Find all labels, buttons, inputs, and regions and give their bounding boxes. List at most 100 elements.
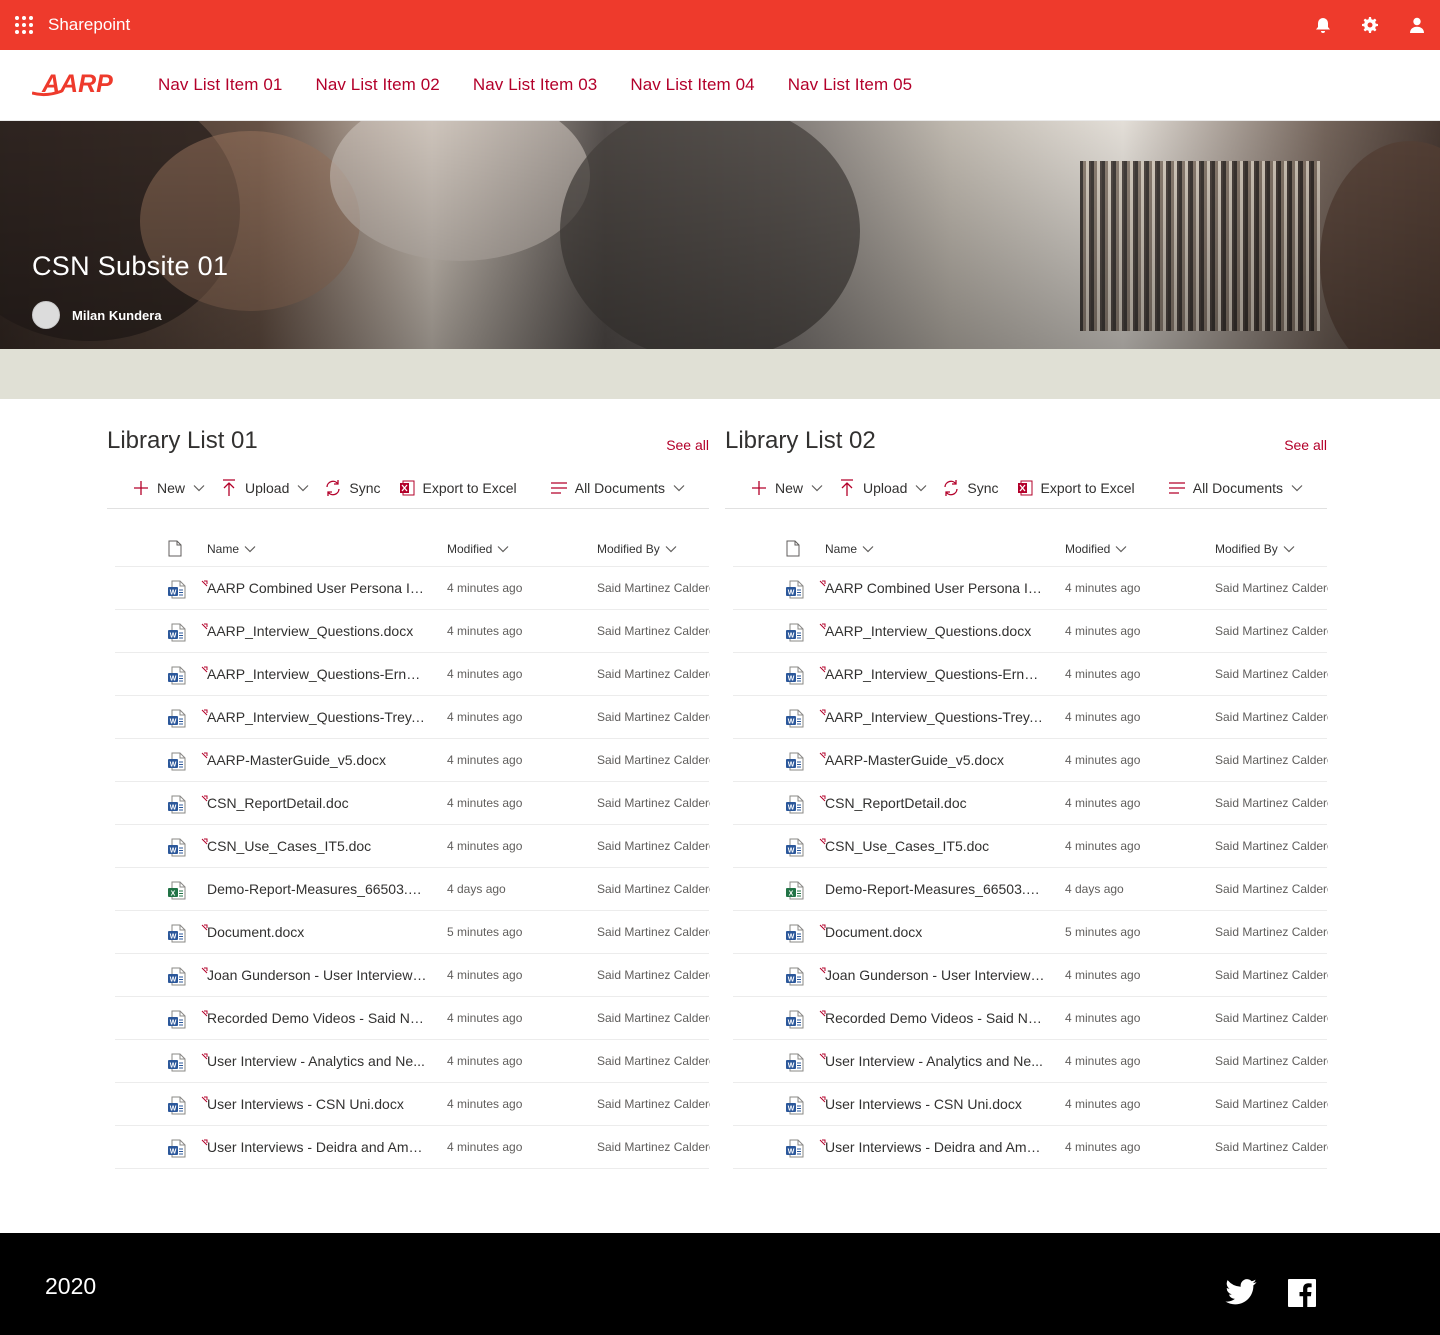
table-row[interactable]: W AARP_Interview_Questions.docx 4 minutes … <box>115 610 710 653</box>
nav-item-01[interactable]: Nav List Item 01 <box>158 75 282 95</box>
export-excel-button[interactable]: Export to Excel <box>397 472 517 504</box>
column-modified[interactable]: Modified <box>447 542 509 556</box>
file-name[interactable]: AARP_Interview_Questions-Ernest... <box>825 666 1045 682</box>
column-modified-by[interactable]: Modified By <box>1215 542 1295 556</box>
file-name[interactable]: AARP Combined User Persona Int... <box>207 580 427 596</box>
file-name[interactable]: AARP_Interview_Questions.docx <box>825 623 1045 639</box>
table-row[interactable]: W Recorded Demo Videos - Said No... 4 minu… <box>115 997 710 1040</box>
table-row[interactable]: W Joan Gunderson - User Interviews... 4 mi… <box>733 954 1328 997</box>
file-name[interactable]: User Interviews - CSN Uni.docx <box>825 1096 1045 1112</box>
table-row[interactable]: W Document.docx 5 minutes ago Said Martinez… <box>733 911 1328 954</box>
footer-year: 2020 <box>45 1273 97 1299</box>
see-all-link[interactable]: See all <box>1284 437 1327 453</box>
table-row[interactable]: X Demo-Report-Measures_66503.xlsx 4 days a… <box>115 868 710 911</box>
file-type-icon[interactable] <box>786 540 800 562</box>
table-row[interactable]: W User Interviews - CSN Uni.docx 4 minutes… <box>115 1083 710 1126</box>
svg-text:W: W <box>788 934 795 941</box>
file-name[interactable]: AARP_Interview_Questions-Trey.d... <box>207 709 427 725</box>
upload-button[interactable]: Upload <box>837 472 927 504</box>
aarp-logo[interactable]: AARP <box>32 70 144 100</box>
column-modified[interactable]: Modified <box>1065 542 1127 556</box>
table-row[interactable]: W Document.docx 5 minutes ago Said Martinez… <box>115 911 710 954</box>
new-button[interactable]: New <box>749 472 823 504</box>
view-selector[interactable]: All Documents <box>549 472 685 504</box>
excel-file-icon: X <box>167 881 187 906</box>
table-row[interactable]: W AARP_Interview_Questions-Trey.d... 4 min… <box>733 696 1328 739</box>
table-row[interactable]: W CSN_ReportDetail.doc 4 minutes ago Said M… <box>733 782 1328 825</box>
chevron-down-icon <box>297 482 309 494</box>
bell-icon[interactable] <box>1299 0 1346 50</box>
table-row[interactable]: W CSN_Use_Cases_IT5.doc 4 minutes ago Said … <box>733 825 1328 868</box>
file-name[interactable]: Joan Gunderson - User Interviews... <box>207 967 427 983</box>
table-row[interactable]: W User Interviews - Deidra and Amb... 4 mi… <box>115 1126 710 1169</box>
file-name[interactable]: CSN_Use_Cases_IT5.doc <box>207 838 427 854</box>
table-row[interactable]: W AARP_Interview_Questions-Trey.d... 4 min… <box>115 696 710 739</box>
file-name[interactable]: User Interviews - Deidra and Amb... <box>825 1139 1045 1155</box>
upload-button[interactable]: Upload <box>219 472 309 504</box>
twitter-icon[interactable] <box>1225 1279 1257 1310</box>
gear-icon[interactable] <box>1346 0 1393 50</box>
column-name[interactable]: Name <box>207 542 256 556</box>
file-name[interactable]: Recorded Demo Videos - Said No... <box>207 1010 427 1026</box>
file-name[interactable]: Document.docx <box>825 924 1045 940</box>
table-row[interactable]: W AARP-MasterGuide_v5.docx 4 minutes ago Sa… <box>733 739 1328 782</box>
table-row[interactable]: W AARP Combined User Persona Int... 4 minu… <box>115 567 710 610</box>
table-row[interactable]: W AARP-MasterGuide_v5.docx 4 minutes ago Sa… <box>115 739 710 782</box>
table-row[interactable]: W CSN_ReportDetail.doc 4 minutes ago Said M… <box>115 782 710 825</box>
file-name[interactable]: AARP-MasterGuide_v5.docx <box>207 752 427 768</box>
waffle-icon[interactable] <box>0 0 48 50</box>
file-name[interactable]: AARP_Interview_Questions.docx <box>207 623 427 639</box>
file-name[interactable]: Document.docx <box>207 924 427 940</box>
file-modified-by: Said Martinez Calderon <box>1215 1097 1328 1111</box>
table-row[interactable]: W AARP Combined User Persona Int... 4 minu… <box>733 567 1328 610</box>
file-name[interactable]: CSN_Use_Cases_IT5.doc <box>825 838 1045 854</box>
file-modified: 4 minutes ago <box>447 796 523 810</box>
export-excel-button[interactable]: Export to Excel <box>1015 472 1135 504</box>
word-file-icon: W <box>785 666 805 691</box>
svg-text:W: W <box>788 1106 795 1113</box>
table-row[interactable]: W AARP_Interview_Questions-Ernest... 4 min… <box>733 653 1328 696</box>
sync-label: Sync <box>967 479 999 496</box>
table-row[interactable]: W User Interview - Analytics and Ne... 4 m… <box>115 1040 710 1083</box>
see-all-link[interactable]: See all <box>666 437 709 453</box>
table-row[interactable]: W User Interviews - CSN Uni.docx 4 minutes… <box>733 1083 1328 1126</box>
table-row[interactable]: W User Interviews - Deidra and Amb... 4 mi… <box>733 1126 1328 1169</box>
table-row[interactable]: W CSN_Use_Cases_IT5.doc 4 minutes ago Said … <box>115 825 710 868</box>
file-name[interactable]: CSN_ReportDetail.doc <box>207 795 427 811</box>
nav-item-02[interactable]: Nav List Item 02 <box>315 75 439 95</box>
file-name[interactable]: Demo-Report-Measures_66503.xlsx <box>207 881 427 897</box>
nav-item-03[interactable]: Nav List Item 03 <box>473 75 597 95</box>
nav-item-05[interactable]: Nav List Item 05 <box>788 75 912 95</box>
column-name[interactable]: Name <box>825 542 874 556</box>
table-row[interactable]: W AARP_Interview_Questions-Ernest... 4 min… <box>115 653 710 696</box>
file-name[interactable]: Demo-Report-Measures_66503.xlsx <box>825 881 1045 897</box>
sync-button[interactable]: Sync <box>941 472 999 504</box>
file-modified-by: Said Martinez Calderon <box>1215 581 1328 595</box>
file-name[interactable]: User Interviews - Deidra and Amb... <box>207 1139 427 1155</box>
file-name[interactable]: Joan Gunderson - User Interviews... <box>825 967 1045 983</box>
table-row[interactable]: W AARP_Interview_Questions.docx 4 minutes … <box>733 610 1328 653</box>
table-row[interactable]: X Demo-Report-Measures_66503.xlsx 4 days a… <box>733 868 1328 911</box>
nav-item-04[interactable]: Nav List Item 04 <box>630 75 754 95</box>
facebook-icon[interactable] <box>1288 1279 1316 1312</box>
table-row[interactable]: W User Interview - Analytics and Ne... 4 m… <box>733 1040 1328 1083</box>
file-name[interactable]: User Interview - Analytics and Ne... <box>207 1053 427 1069</box>
app-name[interactable]: Sharepoint <box>48 15 130 35</box>
file-type-icon[interactable] <box>168 540 182 562</box>
new-button[interactable]: New <box>131 472 205 504</box>
file-name[interactable]: AARP_Interview_Questions-Ernest... <box>207 666 427 682</box>
file-name[interactable]: AARP-MasterGuide_v5.docx <box>825 752 1045 768</box>
file-name[interactable]: CSN_ReportDetail.doc <box>825 795 1045 811</box>
column-modified-by[interactable]: Modified By <box>597 542 677 556</box>
table-row[interactable]: W Recorded Demo Videos - Said No... 4 minu… <box>733 997 1328 1040</box>
site-owner[interactable]: Milan Kundera <box>32 301 162 329</box>
file-name[interactable]: AARP_Interview_Questions-Trey.d... <box>825 709 1045 725</box>
file-name[interactable]: Recorded Demo Videos - Said No... <box>825 1010 1045 1026</box>
file-name[interactable]: User Interviews - CSN Uni.docx <box>207 1096 427 1112</box>
file-name[interactable]: AARP Combined User Persona Int... <box>825 580 1045 596</box>
table-row[interactable]: W Joan Gunderson - User Interviews... 4 mi… <box>115 954 710 997</box>
file-name[interactable]: User Interview - Analytics and Ne... <box>825 1053 1045 1069</box>
sync-button[interactable]: Sync <box>323 472 381 504</box>
view-selector[interactable]: All Documents <box>1167 472 1303 504</box>
user-icon[interactable] <box>1393 0 1440 50</box>
